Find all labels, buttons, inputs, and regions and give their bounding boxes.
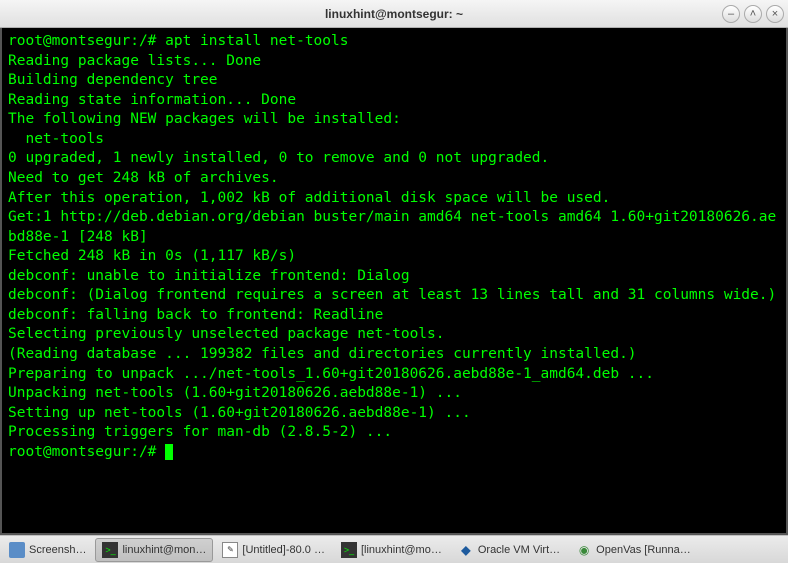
close-button[interactable]: × (766, 5, 784, 23)
taskbar-label: linuxhint@mon… (122, 544, 206, 556)
prompt: root@montsegur:/# (8, 33, 165, 49)
terminal-icon: >_ (102, 542, 118, 558)
taskbar-item-virtualbox[interactable]: ◆ Oracle VM Virt… (451, 538, 567, 562)
terminal[interactable]: root@montsegur:/# apt install net-tools … (0, 28, 788, 535)
taskbar-item-terminal-2[interactable]: >_ [linuxhint@mo… (334, 538, 449, 562)
output-line: Reading package lists... Done (8, 53, 261, 69)
output-line: debconf: (Dialog frontend requires a scr… (8, 287, 776, 303)
prompt: root@montsegur:/# (8, 444, 156, 460)
output-line: Preparing to unpack .../net-tools_1.60+g… (8, 366, 654, 382)
taskbar-label: OpenVas [Runna… (596, 544, 691, 556)
taskbar-item-terminal[interactable]: >_ linuxhint@mon… (95, 538, 213, 562)
taskbar-item-editor[interactable]: ✎ [Untitled]-80.0 … (215, 538, 332, 562)
taskbar: Screensh… >_ linuxhint@mon… ✎ [Untitled]… (0, 535, 788, 563)
terminal-icon: >_ (341, 542, 357, 558)
virtualbox-icon: ◆ (458, 542, 474, 558)
output-line: Selecting previously unselected package … (8, 326, 445, 342)
command-input: apt install net-tools (165, 33, 348, 49)
document-icon: ✎ (222, 542, 238, 558)
titlebar[interactable]: linuxhint@montsegur: ~ ‒ ˄ × (0, 0, 788, 28)
minimize-button[interactable]: ‒ (722, 5, 740, 23)
cursor (165, 444, 173, 460)
output-line: After this operation, 1,002 kB of additi… (8, 190, 610, 206)
output-line: Processing triggers for man-db (2.8.5-2)… (8, 424, 392, 440)
output-line: (Reading database ... 199382 files and d… (8, 346, 637, 362)
output-line: The following NEW packages will be insta… (8, 111, 401, 127)
output-line: Reading state information... Done (8, 92, 296, 108)
output-line: debconf: falling back to frontend: Readl… (8, 307, 383, 323)
window-controls: ‒ ˄ × (722, 5, 784, 23)
taskbar-item-openvas[interactable]: ◉ OpenVas [Runna… (569, 538, 698, 562)
output-line: Unpacking net-tools (1.60+git20180626.ae… (8, 385, 462, 401)
output-line: Get:1 http://deb.debian.org/debian buste… (8, 209, 776, 245)
window: linuxhint@montsegur: ~ ‒ ˄ × root@montse… (0, 0, 788, 563)
window-title: linuxhint@montsegur: ~ (325, 7, 463, 21)
taskbar-label: Oracle VM Virt… (478, 544, 560, 556)
output-line: Building dependency tree (8, 72, 218, 88)
taskbar-label: [linuxhint@mo… (361, 544, 442, 556)
openvas-icon: ◉ (576, 542, 592, 558)
taskbar-label: [Untitled]-80.0 … (242, 544, 325, 556)
image-icon (9, 542, 25, 558)
output-line: debconf: unable to initialize frontend: … (8, 268, 410, 284)
taskbar-label: Screensh… (29, 544, 86, 556)
maximize-button[interactable]: ˄ (744, 5, 762, 23)
output-line: net-tools (8, 131, 104, 147)
output-line: Fetched 248 kB in 0s (1,117 kB/s) (8, 248, 296, 264)
output-line: 0 upgraded, 1 newly installed, 0 to remo… (8, 150, 549, 166)
taskbar-item-screenshot[interactable]: Screensh… (2, 538, 93, 562)
output-line: Need to get 248 kB of archives. (8, 170, 279, 186)
output-line: Setting up net-tools (1.60+git20180626.a… (8, 405, 471, 421)
